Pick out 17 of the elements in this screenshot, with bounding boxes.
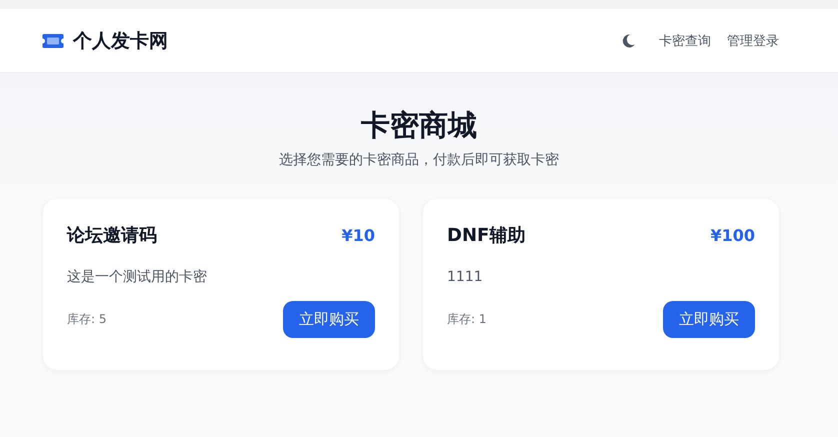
nav-link[interactable]: 管理登录: [727, 32, 779, 50]
product-name: 论坛邀请码: [67, 224, 157, 247]
ticket-icon: [42, 32, 64, 48]
product-price: ¥10: [342, 226, 375, 244]
product-name: DNF辅助: [447, 224, 526, 247]
moon-icon[interactable]: [622, 34, 635, 48]
product-description: 这是一个测试用的卡密: [67, 268, 208, 287]
page-subtitle: 选择您需要的卡密商品，付款后即可获取卡密: [278, 151, 560, 169]
product-price: ¥100: [710, 226, 755, 244]
buy-button[interactable]: 立即购买: [283, 301, 375, 338]
buy-button[interactable]: 立即购买: [663, 301, 755, 338]
nav-link[interactable]: 卡密查询: [659, 32, 711, 50]
product-description: 1111: [447, 268, 484, 287]
stock-count: 库存: 5: [67, 311, 106, 328]
stock-count: 库存: 1: [447, 311, 486, 328]
page-title: 卡密商城: [360, 107, 478, 144]
site-title[interactable]: 个人发卡网: [73, 28, 168, 54]
